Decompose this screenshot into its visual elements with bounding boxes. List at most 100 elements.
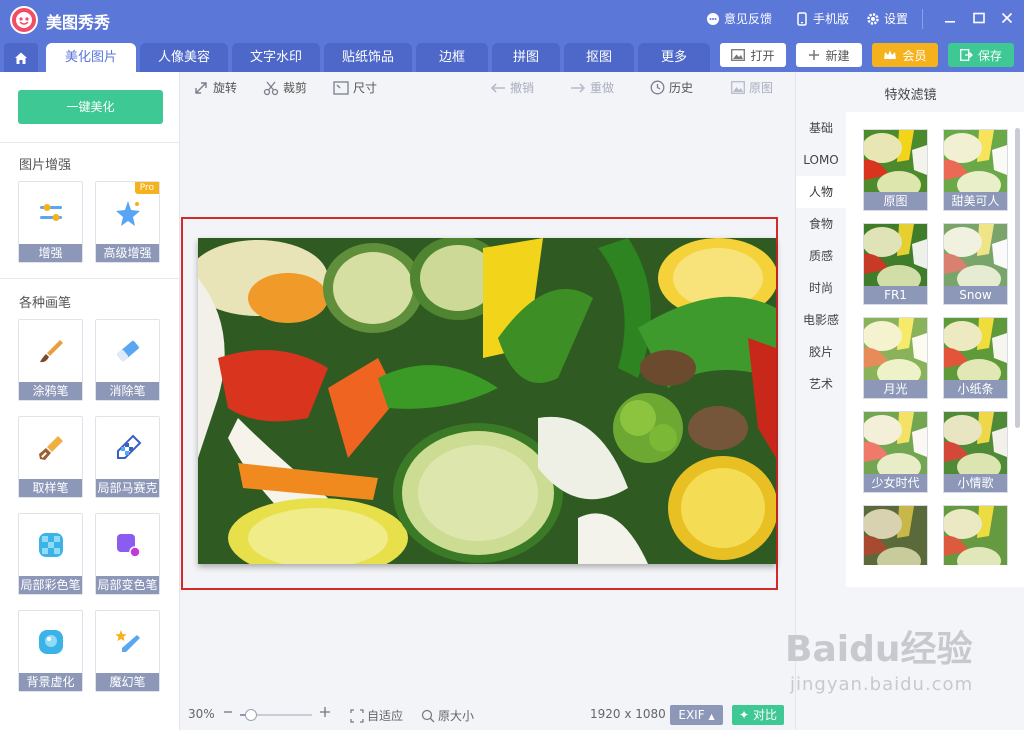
tool-magic-pen[interactable]: 魔幻笔: [95, 610, 160, 692]
open-label: 打开: [750, 48, 775, 63]
tab-text-watermark[interactable]: 文字水印: [232, 43, 320, 72]
feedback-button[interactable]: 意见反馈: [706, 10, 772, 27]
filter-category-film[interactable]: 胶片: [796, 336, 846, 368]
history-label: 历史: [669, 81, 694, 95]
title-bar: 美图秀秀 意见反馈 手机版 设置: [0, 0, 1024, 40]
tool-color-pen[interactable]: 局部彩色笔: [18, 513, 83, 595]
titlebar-divider: [922, 9, 923, 29]
tool-label: 增强: [19, 244, 82, 262]
tool-enhance[interactable]: 增强: [18, 181, 83, 263]
filter-thumb[interactable]: [863, 505, 928, 565]
tab-frame[interactable]: 边框: [416, 43, 488, 72]
filter-label: FR1: [864, 286, 927, 304]
rotate-icon: [195, 81, 207, 94]
mosaic-pen-icon: [116, 434, 141, 459]
undo-button[interactable]: 撤销: [490, 79, 534, 96]
redo-button[interactable]: 重做: [570, 79, 614, 96]
filter-preview: [944, 506, 1007, 565]
filter-preview: [944, 318, 1007, 387]
clock-icon: [650, 80, 665, 95]
resize-icon: [333, 80, 349, 95]
history-button[interactable]: 历史: [650, 79, 693, 96]
size-button[interactable]: 尺寸: [333, 79, 377, 96]
app-title: 美图秀秀: [46, 13, 111, 32]
filter-category-portrait[interactable]: 人物: [796, 176, 846, 208]
minimize-icon: [945, 21, 955, 23]
settings-button[interactable]: 设置: [866, 10, 908, 27]
rotate-button[interactable]: 旋转: [193, 79, 237, 96]
minimize-button[interactable]: [938, 8, 962, 30]
home-tab[interactable]: [4, 43, 38, 72]
fit-button[interactable]: 自适应: [350, 707, 403, 724]
filter-category-cinematic[interactable]: 电影感: [796, 304, 846, 336]
save-button[interactable]: 保存: [948, 43, 1014, 67]
tool-advanced-enhance[interactable]: Pro 高级增强: [95, 181, 160, 263]
filter-category-texture[interactable]: 质感: [796, 240, 846, 272]
filter-preview: [864, 224, 927, 293]
brush-section-title: 各种画笔: [19, 296, 72, 311]
sample-brush-icon: [38, 436, 63, 460]
maximize-icon: [973, 12, 985, 24]
one-click-beautify-button[interactable]: 一键美化: [18, 90, 163, 124]
filter-scrollbar[interactable]: [1015, 128, 1020, 428]
tab-portrait[interactable]: 人像美容: [140, 43, 228, 72]
filter-category-fashion[interactable]: 时尚: [796, 272, 846, 304]
filter-thumb[interactable]: Snow: [943, 223, 1008, 305]
filter-label: 原图: [864, 192, 927, 210]
zoom-slider-knob[interactable]: [245, 709, 257, 721]
filter-thumb[interactable]: [943, 505, 1008, 565]
zoom-slider[interactable]: [240, 709, 312, 721]
tool-doodle-pen[interactable]: 涂鸦笔: [18, 319, 83, 401]
filter-category-basic[interactable]: 基础: [796, 112, 846, 144]
magnifier-icon: [421, 709, 435, 722]
image-icon: [731, 49, 746, 61]
tool-background-blur[interactable]: 背景虚化: [18, 610, 83, 692]
tab-cutout[interactable]: 抠图: [564, 43, 634, 72]
crop-label: 裁剪: [283, 81, 308, 95]
tool-recolor-pen[interactable]: 局部变色笔: [95, 513, 160, 595]
zoom-out-button[interactable]: [223, 704, 233, 723]
crop-button[interactable]: 裁剪: [263, 79, 307, 96]
tab-collage[interactable]: 拼图: [492, 43, 560, 72]
vip-button[interactable]: 会员: [872, 43, 938, 67]
close-button[interactable]: [995, 8, 1019, 30]
filter-label: 少女时代: [864, 474, 927, 492]
filter-thumb[interactable]: FR1: [863, 223, 928, 305]
app-logo-icon: [10, 6, 38, 34]
new-label: 新建: [825, 48, 850, 63]
tool-sample-pen[interactable]: 取样笔: [18, 416, 83, 498]
actual-size-button[interactable]: 原大小: [421, 707, 474, 724]
filter-category-lomo[interactable]: LOMO: [796, 144, 846, 176]
photo-canvas[interactable]: [198, 238, 776, 564]
compare-button[interactable]: ✦ 对比: [732, 705, 784, 725]
filter-label: 甜美可人: [944, 192, 1007, 210]
filter-thumb[interactable]: 甜美可人: [943, 129, 1008, 211]
filter-thumb[interactable]: 小纸条: [943, 317, 1008, 399]
undo-label: 撤销: [510, 81, 535, 95]
tool-mosaic-pen[interactable]: 局部马赛克: [95, 416, 160, 498]
recolor-icon: [116, 534, 141, 558]
exif-button[interactable]: EXIF ▲: [670, 705, 723, 725]
filter-category-art[interactable]: 艺术: [796, 368, 846, 400]
filter-thumb[interactable]: 原图: [863, 129, 928, 211]
zoom-in-button[interactable]: [319, 704, 331, 723]
new-button[interactable]: 新建: [796, 43, 862, 67]
filter-thumb[interactable]: 小情歌: [943, 411, 1008, 493]
filter-thumb[interactable]: 少女时代: [863, 411, 928, 493]
tab-beautify[interactable]: 美化图片: [46, 43, 136, 72]
maximize-button[interactable]: [967, 8, 991, 30]
open-button[interactable]: 打开: [720, 43, 786, 67]
tab-more[interactable]: 更多: [638, 43, 710, 72]
export-icon: [960, 49, 973, 61]
original-button[interactable]: 原图: [731, 79, 773, 96]
tool-label: 高级增强: [96, 244, 159, 262]
filter-label: 小纸条: [944, 380, 1007, 398]
home-icon: [15, 52, 27, 64]
tab-stickers[interactable]: 贴纸饰品: [324, 43, 412, 72]
filter-category-food[interactable]: 食物: [796, 208, 846, 240]
tool-eraser-pen[interactable]: 消除笔: [95, 319, 160, 401]
scissors-icon: [263, 81, 279, 95]
watermark-url: jingyan.baidu.com: [790, 674, 974, 695]
mobile-button[interactable]: 手机版: [795, 10, 849, 27]
filter-thumb[interactable]: 月光: [863, 317, 928, 399]
